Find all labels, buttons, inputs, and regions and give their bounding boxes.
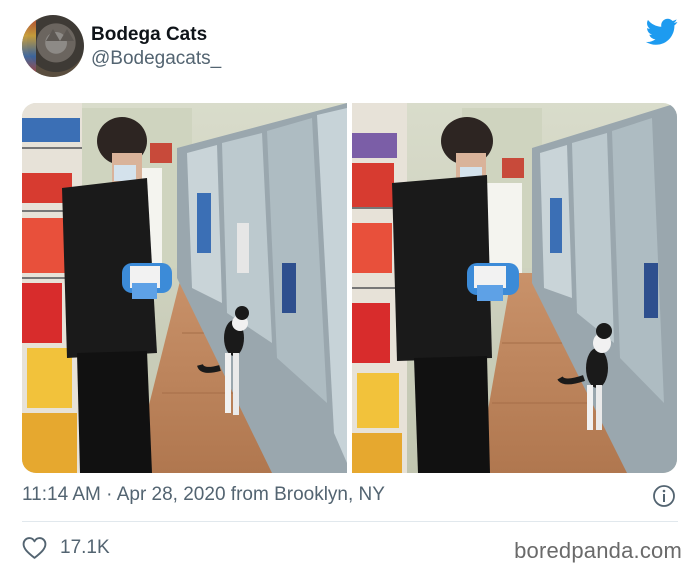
twitter-bird-icon[interactable] [646, 18, 678, 46]
avatar[interactable] [22, 15, 84, 77]
info-icon[interactable] [652, 484, 676, 508]
divider [22, 521, 678, 522]
like-count[interactable]: 17.1K [60, 537, 110, 559]
photo-left[interactable] [22, 103, 347, 473]
heart-icon[interactable] [22, 536, 47, 560]
tweet-timestamp[interactable]: 11:14 AM · Apr 28, 2020 from Brooklyn, N… [22, 484, 385, 506]
user-handle[interactable]: @Bodegacats_ [91, 48, 221, 70]
watermark: boredpanda.com [514, 538, 682, 563]
photo-right[interactable] [352, 103, 677, 473]
tweet-card: Bodega Cats @Bodegacats_ 11:14 AM · Apr … [0, 0, 700, 575]
display-name[interactable]: Bodega Cats [91, 24, 207, 46]
tweet-media[interactable] [22, 103, 677, 473]
